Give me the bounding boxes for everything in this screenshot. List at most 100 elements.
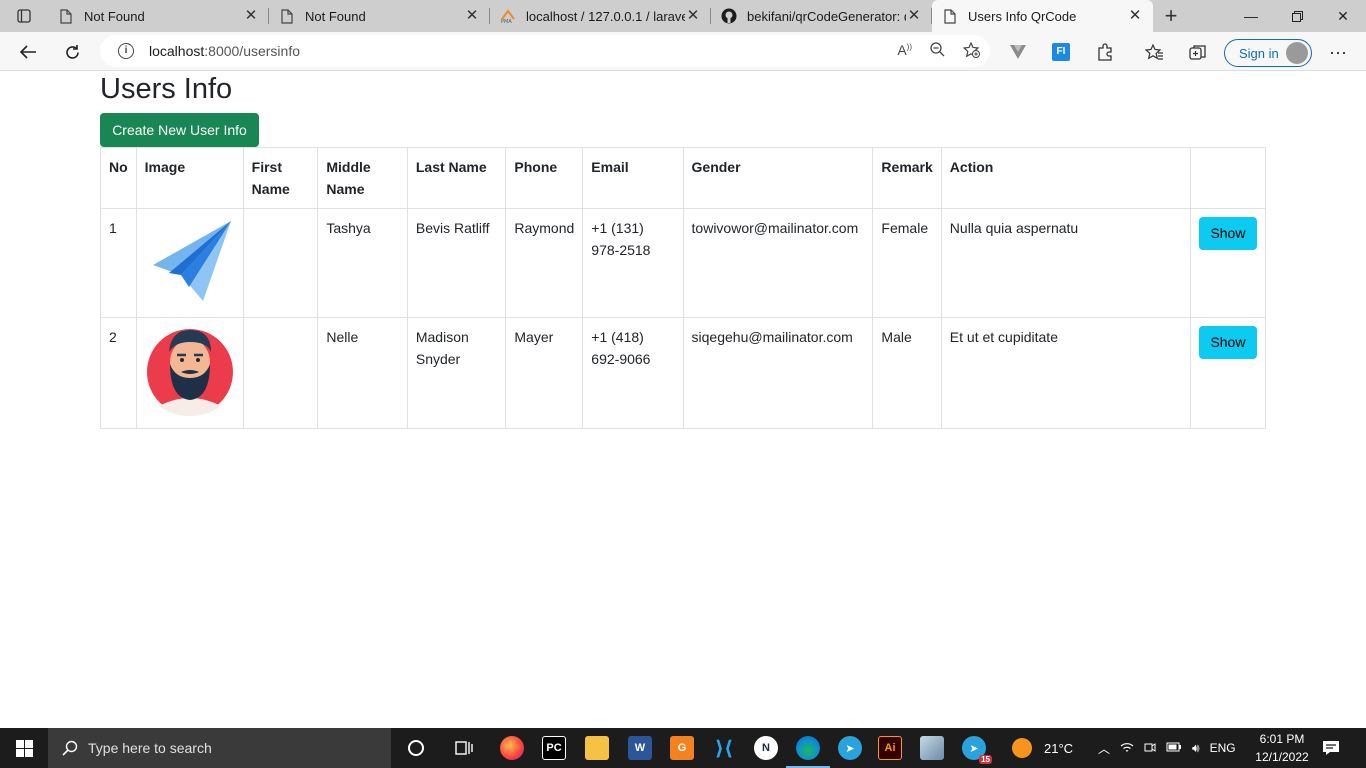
new-tab-button[interactable]: +	[1153, 0, 1189, 32]
browser-tab-3[interactable]: PMA localhost / 127.0.0.1 / laravel ✕	[490, 0, 711, 32]
profile-avatar-icon	[1286, 42, 1308, 64]
column-header-middle-name: Middle Name	[317, 147, 408, 209]
sign-in-button[interactable]: Sign in	[1224, 39, 1312, 67]
tab-title: Not Found	[84, 8, 145, 24]
page-title: Users Info	[100, 73, 233, 105]
weather-widget[interactable]: 21°C	[1012, 728, 1073, 768]
column-header-email: Email	[582, 147, 684, 209]
close-icon[interactable]: ✕	[906, 8, 922, 24]
taskbar-search-box[interactable]: Type here to search	[48, 728, 391, 768]
notifications-icon[interactable]	[1322, 728, 1340, 768]
extensions-puzzle-icon[interactable]	[1089, 36, 1121, 68]
clock-date: 12/1/2022	[1255, 750, 1309, 764]
browser-tab-4[interactable]: bekifani/qrCodeGenerator: qr ✕	[711, 0, 932, 32]
search-icon	[62, 740, 78, 756]
tab-title: bekifani/qrCodeGenerator: qr	[747, 8, 906, 24]
telegram-icon[interactable]: ➤	[838, 736, 862, 760]
column-header-empty	[1189, 147, 1267, 209]
restore-icon[interactable]	[1274, 0, 1320, 32]
cell-middle-name: Tashya	[317, 208, 408, 318]
cell-gender: towivowor@mailinator.com	[682, 208, 874, 318]
pycharm-icon[interactable]: PC	[542, 736, 566, 760]
create-new-user-button[interactable]: Create New User Info	[100, 113, 259, 147]
add-favorite-icon[interactable]	[962, 41, 980, 61]
more-menu-icon[interactable]: ···	[1322, 36, 1354, 68]
illustrator-icon[interactable]: Ai	[878, 736, 902, 760]
meet-now-icon[interactable]	[1144, 741, 1156, 756]
column-header-action: Action	[940, 147, 1191, 209]
github-icon	[721, 8, 737, 24]
column-header-gender: Gender	[682, 147, 874, 209]
url-text: localhost:8000/usersinfo	[149, 43, 300, 59]
browser-tab-5-active[interactable]: Users Info QrCode ✕	[932, 0, 1153, 32]
cell-no: 1	[100, 208, 137, 318]
paper-plane-image	[152, 221, 231, 301]
close-icon[interactable]: ✕	[685, 8, 701, 24]
browser-tab-2[interactable]: Not Found ✕	[269, 0, 490, 32]
extension-fi-icon[interactable]: FI	[1045, 36, 1077, 68]
close-icon[interactable]: ✕	[1127, 8, 1143, 24]
vue-devtools-icon[interactable]	[1002, 36, 1034, 68]
telegram-desktop-icon[interactable]: ➤ 15	[962, 736, 992, 764]
cell-last-name: Bevis Ratliff	[406, 208, 507, 318]
cell-image	[135, 208, 244, 318]
firefox-icon[interactable]	[500, 736, 524, 760]
close-icon[interactable]: ✕	[464, 8, 480, 24]
taskbar-clock[interactable]: 6:01 PM 12/1/2022	[1250, 730, 1314, 766]
cell-middle-name: Nelle	[317, 317, 408, 429]
minimize-icon[interactable]: —	[1228, 0, 1274, 32]
edge-icon[interactable]	[786, 736, 830, 768]
collections-icon[interactable]	[1182, 36, 1214, 68]
cell-last-name: Madison Snyder	[406, 317, 507, 429]
cell-email: +1 (418) 692-9066	[582, 317, 684, 429]
volume-icon[interactable]: 🔊︎	[1192, 741, 1200, 756]
weather-temperature: 21°C	[1044, 740, 1074, 756]
cortana-icon[interactable]	[404, 736, 428, 760]
column-header-no: No	[100, 147, 137, 209]
site-info-icon[interactable]: i	[118, 43, 134, 59]
bearded-man-avatar-image	[146, 329, 233, 416]
language-indicator[interactable]: ENG	[1210, 741, 1236, 755]
address-bar[interactable]: i localhost:8000/usersinfo A))	[100, 35, 990, 67]
vscode-icon[interactable]: ⟩⟨	[712, 736, 736, 760]
windows-taskbar: Type here to search PC W G ⟩⟨ N ➤ Ai ➤ 1…	[0, 728, 1366, 768]
app-n-icon[interactable]: N	[754, 736, 778, 760]
cell-gender: siqegehu@mailinator.com	[682, 317, 874, 429]
cell-button: Show	[1189, 208, 1267, 318]
show-button[interactable]: Show	[1198, 326, 1257, 359]
page-icon	[279, 8, 295, 24]
back-arrow-icon[interactable]	[12, 36, 44, 68]
close-window-icon[interactable]: ✕	[1320, 0, 1366, 32]
browser-tab-1[interactable]: Not Found ✕	[48, 0, 269, 32]
page-content: Users Info Create New User Info No Image…	[0, 71, 1366, 728]
refresh-icon[interactable]	[56, 36, 88, 68]
cell-action: Nulla quia aspernatu	[940, 208, 1191, 318]
tab-title: Not Found	[305, 8, 366, 24]
table-header-row: No Image First Name Middle Name Last Nam…	[100, 147, 1267, 209]
task-view-icon[interactable]	[452, 736, 476, 760]
users-table: No Image First Name Middle Name Last Nam…	[100, 147, 1267, 429]
zoom-out-icon[interactable]	[930, 42, 945, 61]
read-aloud-icon[interactable]: A))	[897, 42, 912, 61]
favorites-icon[interactable]	[1138, 36, 1170, 68]
page-icon	[58, 8, 74, 24]
close-icon[interactable]: ✕	[243, 8, 259, 24]
app-notes-icon[interactable]	[920, 736, 944, 760]
windows-start-icon[interactable]	[0, 728, 48, 768]
cell-image	[135, 317, 244, 429]
wifi-icon[interactable]	[1120, 741, 1134, 756]
cell-phone: Mayer	[505, 317, 584, 429]
tab-title: Users Info QrCode	[968, 8, 1077, 24]
weather-sun-icon	[1012, 738, 1032, 758]
tab-actions-icon[interactable]	[0, 0, 48, 32]
cell-no: 2	[100, 317, 137, 429]
word-icon[interactable]: W	[628, 736, 652, 760]
tab-title: localhost / 127.0.0.1 / laravel	[526, 8, 685, 24]
battery-icon[interactable]	[1166, 741, 1182, 755]
chevron-up-icon[interactable]: ︿	[1098, 740, 1110, 757]
sign-in-label: Sign in	[1239, 45, 1279, 61]
show-button[interactable]: Show	[1198, 217, 1257, 250]
phpmyadmin-icon: PMA	[500, 8, 516, 24]
file-explorer-icon[interactable]	[585, 736, 609, 760]
pdf-reader-icon[interactable]: G	[670, 736, 694, 760]
